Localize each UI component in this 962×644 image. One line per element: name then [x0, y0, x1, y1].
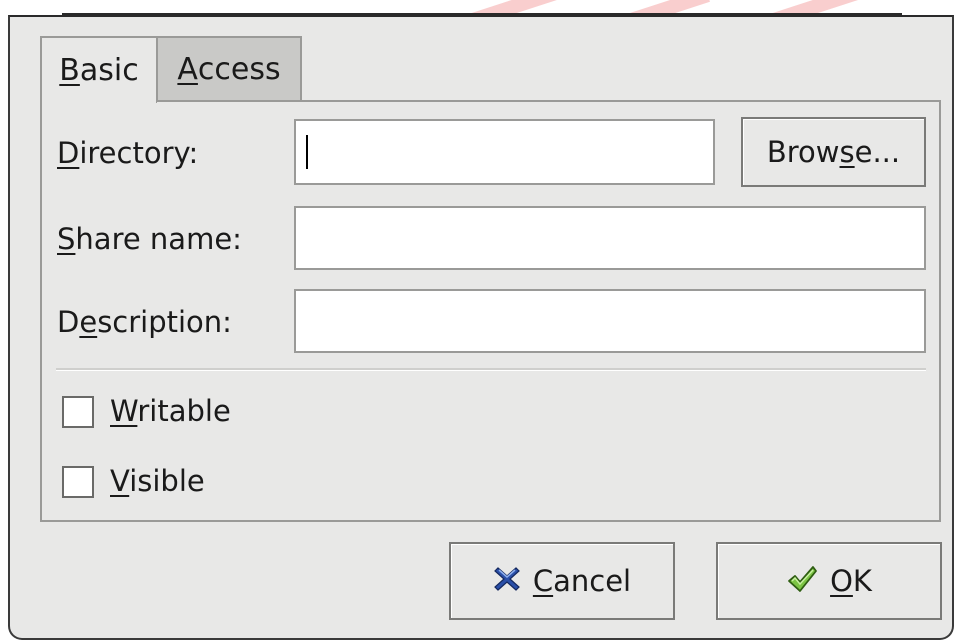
browse-label-post: e...: [854, 135, 901, 169]
description-label-text: scription:: [97, 305, 232, 339]
directory-label-text: irectory:: [79, 136, 199, 170]
share-name-label-mnemonic: S: [57, 222, 76, 256]
description-input[interactable]: [294, 289, 926, 353]
tab-basic-mnemonic: B: [59, 53, 80, 88]
ok-button[interactable]: OK: [716, 542, 942, 620]
tab-basic-label: asic: [79, 53, 139, 88]
visible-label-mnemonic: V: [110, 464, 130, 498]
visible-label[interactable]: Visible: [110, 464, 205, 498]
cancel-label-mnemonic: C: [532, 564, 554, 598]
directory-label: Directory:: [57, 136, 198, 170]
writable-label-mnemonic: W: [110, 394, 138, 428]
directory-input[interactable]: [294, 119, 715, 185]
browse-label-mnemonic: s: [839, 135, 855, 169]
share-name-label-text: hare name:: [75, 222, 242, 256]
checkmark-icon: [786, 564, 818, 599]
cancel-x-icon: [493, 565, 521, 598]
visible-checkbox[interactable]: [62, 466, 94, 498]
tab-access-mnemonic: A: [177, 51, 198, 87]
description-label-pre: D: [57, 305, 80, 339]
share-name-label: Share name:: [57, 222, 242, 256]
browse-label-pre: Brow: [766, 135, 840, 169]
tab-access[interactable]: Access: [156, 36, 302, 100]
visible-label-text: isible: [129, 464, 205, 498]
cancel-label-text: ancel: [553, 564, 632, 598]
writable-label[interactable]: Writable: [110, 394, 231, 428]
description-label-mnemonic: e: [79, 305, 98, 339]
ok-label-text: K: [852, 564, 872, 598]
share-name-input[interactable]: [294, 206, 926, 270]
cancel-button[interactable]: Cancel: [449, 542, 675, 620]
directory-label-mnemonic: D: [57, 136, 80, 170]
tab-access-label: ccess: [197, 51, 281, 87]
writable-checkbox[interactable]: [62, 396, 94, 428]
tab-basic[interactable]: Basic: [40, 36, 157, 103]
description-label: Description:: [57, 305, 232, 339]
writable-label-text: ritable: [137, 394, 231, 428]
window-top-edge: [62, 13, 902, 16]
text-caret: [306, 135, 308, 169]
separator: [56, 368, 926, 371]
ok-label-mnemonic: O: [830, 564, 853, 598]
browse-button[interactable]: Brow s e...: [741, 117, 926, 187]
